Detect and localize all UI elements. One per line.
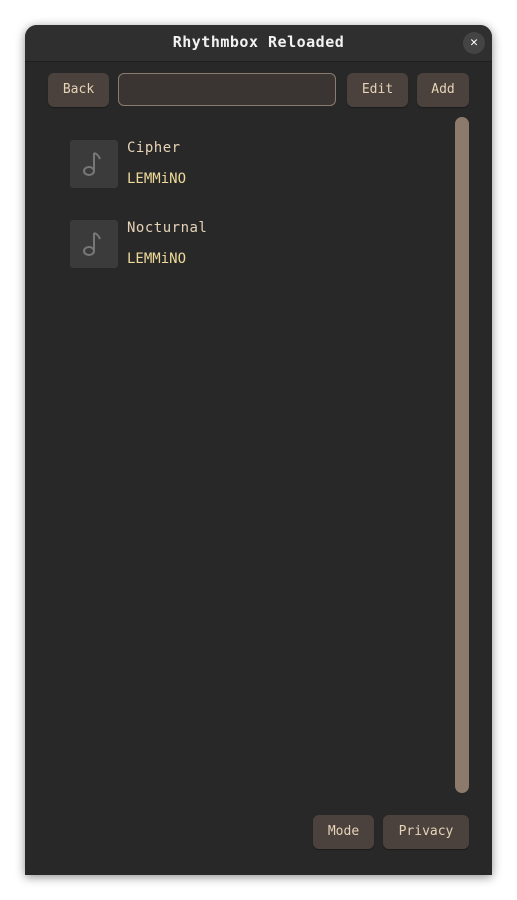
scrollbar[interactable] (455, 117, 469, 793)
mode-button[interactable]: Mode (313, 815, 374, 849)
track-title: Nocturnal (127, 220, 208, 236)
list-item[interactable]: Nocturnal LEMMiNO (70, 220, 430, 276)
album-art (70, 140, 118, 188)
music-note-icon (83, 232, 101, 256)
search-input[interactable] (118, 73, 336, 106)
track-artist: LEMMiNO (127, 251, 187, 267)
track-artist: LEMMiNO (127, 171, 187, 187)
music-note-icon (83, 152, 101, 176)
app-window: Rhythmbox Reloaded ✕ Back Edit Add Ciphe… (25, 25, 492, 875)
add-button[interactable]: Add (417, 73, 469, 107)
album-art (70, 220, 118, 268)
back-button[interactable]: Back (48, 73, 109, 107)
edit-button[interactable]: Edit (347, 73, 408, 107)
window-title: Rhythmbox Reloaded (172, 33, 345, 51)
list-item[interactable]: Cipher LEMMiNO (70, 140, 430, 196)
privacy-button[interactable]: Privacy (383, 815, 469, 849)
title-bar: Rhythmbox Reloaded ✕ (25, 25, 492, 62)
close-button[interactable]: ✕ (463, 32, 485, 54)
track-title: Cipher (127, 140, 181, 156)
close-icon: ✕ (470, 35, 478, 50)
